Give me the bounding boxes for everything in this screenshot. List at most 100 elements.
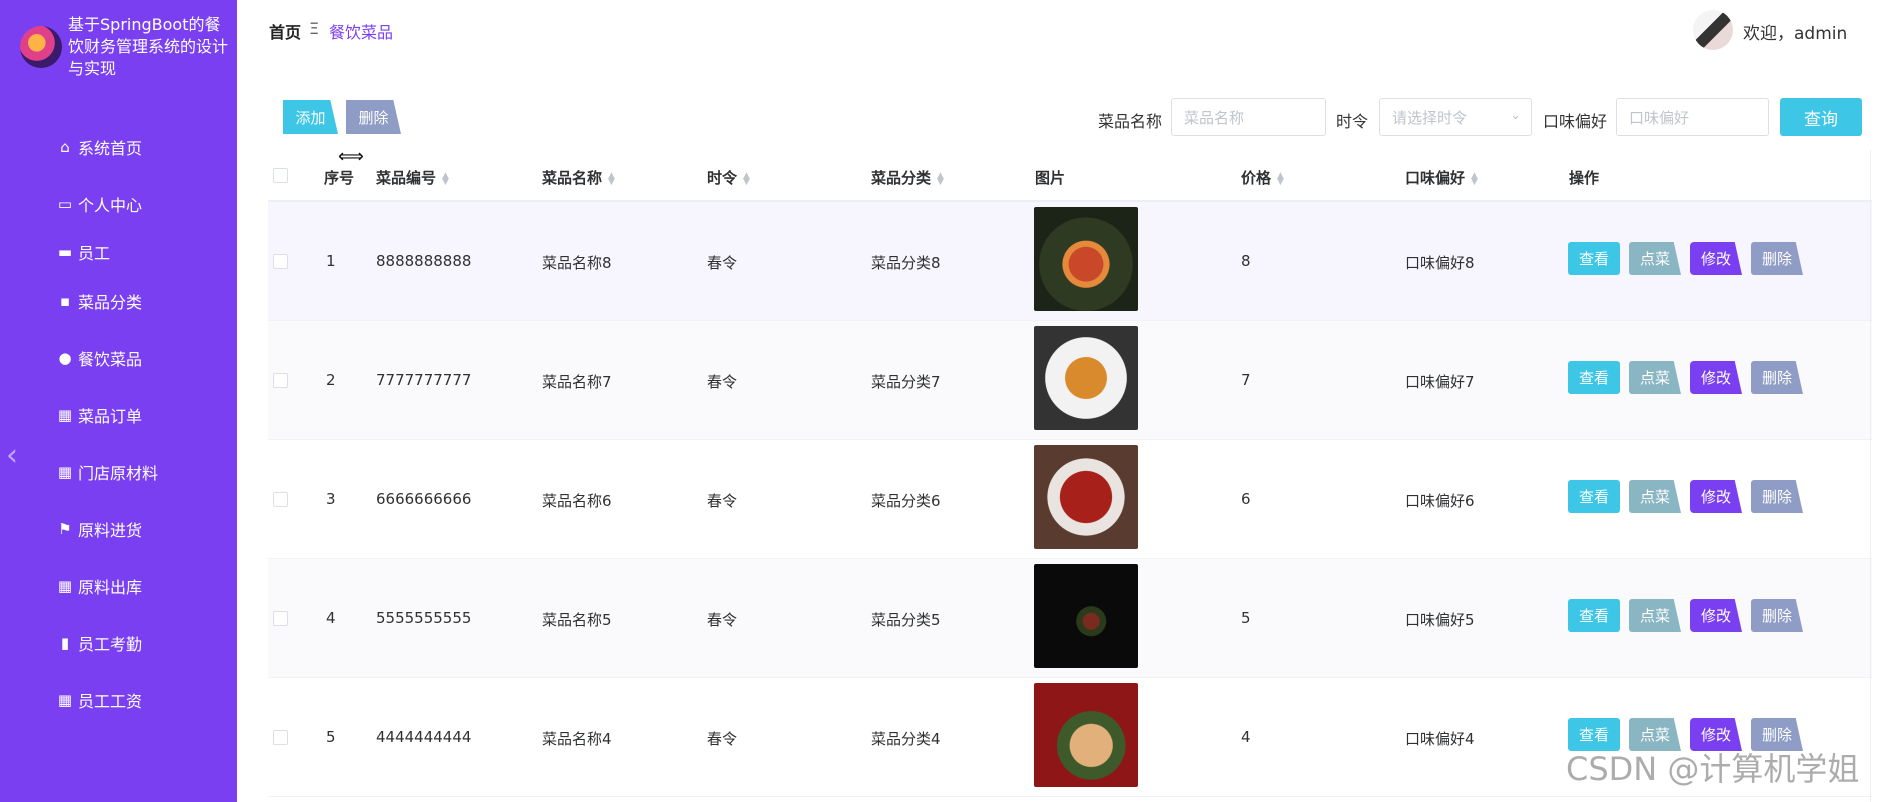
row-checkbox[interactable] [273,373,288,388]
sidebar-item-profile[interactable]: ▭ 个人中心 [0,175,237,232]
season-select[interactable]: 请选择时令 ⌄ [1379,98,1532,136]
sidebar-item-outbound[interactable]: ▦ 原料出库 [0,557,237,614]
dish-image[interactable] [1034,326,1138,430]
delete-button[interactable]: 删除 [1751,480,1803,513]
sidebar-item-label: 菜品订单 [78,406,143,426]
edit-button[interactable]: 修改 [1690,599,1742,632]
taste-input[interactable]: 口味偏好 [1616,98,1769,136]
header-name[interactable]: 菜品名称 ▲ ▼ [542,167,615,188]
sidebar-item-label: 系统首页 [78,138,143,158]
cell-category: 菜品分类4 [871,730,941,748]
sort-icon[interactable]: ▲ ▼ [743,171,750,186]
cell-index: 2 [326,371,336,389]
sidebar-item-purchase[interactable]: ⚑ 原料进货 [0,500,237,557]
cell-price: 5 [1241,609,1251,627]
cell-code: 4444444444 [376,728,472,746]
header-taste[interactable]: 口味偏好 ▲ ▼ [1405,167,1478,188]
edit-button[interactable]: 修改 [1690,242,1742,275]
delete-button[interactable]: 删除 [1751,242,1803,275]
view-button[interactable]: 查看 [1568,480,1620,513]
header-category[interactable]: 菜品分类 ▲ ▼ [871,167,944,188]
sidebar-item-label: 门店原材料 [78,463,159,483]
sort-icon[interactable]: ▲ ▼ [937,171,944,186]
breadcrumb-home[interactable]: 首页 [269,19,301,43]
sidebar-item-home[interactable]: ⌂ 系统首页 [0,118,237,175]
header-image: 图片 [1035,169,1066,187]
cell-index: 1 [326,252,336,270]
sidebar-item-label: 原料出库 [78,577,143,597]
sort-icon[interactable]: ▲ ▼ [1277,171,1284,186]
dish-image[interactable] [1034,207,1138,311]
cell-code: 7777777777 [376,371,472,389]
sidebar-item-salary[interactable]: ▦ 员工工资 [0,671,237,728]
cell-code: 5555555555 [376,609,472,627]
sidebar-item-label: 员工工资 [78,691,143,711]
edit-button[interactable]: 修改 [1690,361,1742,394]
sort-icon[interactable]: ▲ ▼ [442,171,449,186]
taste-label: 口味偏好 [1543,112,1608,131]
chevron-left-icon[interactable]: ‹ [6,438,18,473]
welcome-text[interactable]: 欢迎，admin [1743,19,1847,44]
view-button[interactable]: 查看 [1568,599,1620,632]
column-resize-cursor-icon: ⟺ [338,146,364,167]
view-button[interactable]: 查看 [1568,361,1620,394]
cell-index: 3 [326,490,336,508]
table-right-border [1870,150,1871,802]
table-row: 4 5555555555 菜品名称5 春令 菜品分类5 5 口味偏好5 查看 点… [268,559,1872,678]
grid-icon: ▦ [57,690,73,709]
header-price[interactable]: 价格 ▲ ▼ [1241,167,1284,188]
edit-button[interactable]: 修改 [1690,480,1742,513]
sidebar-item-dishes[interactable]: ● 餐饮菜品 [0,329,237,386]
dish-name-placeholder: 菜品名称 [1184,108,1245,127]
order-button[interactable]: 点菜 [1629,599,1681,632]
briefcase-icon: ▪ [59,291,71,310]
cell-name: 菜品名称6 [542,492,612,510]
sidebar-item-label: 员工考勤 [78,634,143,654]
header-category-label: 菜品分类 [871,169,932,187]
avatar[interactable] [1693,10,1733,50]
order-button[interactable]: 点菜 [1629,361,1681,394]
sidebar-menu: ⌂ 系统首页 ▭ 个人中心 ▬ 员工 ▪ 菜品分类 ● 餐饮菜品 ▦ 菜品订单 … [0,118,237,728]
order-button[interactable]: 点菜 [1629,242,1681,275]
dish-image[interactable] [1034,445,1138,549]
dish-name-input[interactable]: 菜品名称 [1171,98,1326,136]
header-ops: 操作 [1569,169,1600,187]
row-checkbox[interactable] [273,730,288,745]
add-button[interactable]: 添加 [283,100,338,134]
cell-taste: 口味偏好8 [1405,254,1475,272]
sidebar: 基于SpringBoot的餐饮财务管理系统的设计与实现 ⌂ 系统首页 ▭ 个人中… [0,0,237,802]
query-button[interactable]: 查询 [1780,98,1862,136]
select-all-checkbox[interactable] [273,168,288,183]
sidebar-item-staff[interactable]: ▬ 员工 [0,232,237,272]
sidebar-item-attendance[interactable]: ▮ 员工考勤 [0,614,237,671]
sidebar-item-dish-orders[interactable]: ▦ 菜品订单 [0,386,237,443]
header-season[interactable]: 时令 ▲ ▼ [707,167,750,188]
grid-icon: ▦ [57,576,73,595]
delete-button[interactable]: 删除 [1751,599,1803,632]
cell-taste: 口味偏好5 [1405,611,1475,629]
dish-image[interactable] [1034,683,1138,787]
sidebar-item-materials[interactable]: ▦ 门店原材料 [0,443,237,500]
delete-button[interactable]: 删除 [1751,361,1803,394]
sidebar-item-label: 员工 [78,244,111,263]
sort-icon[interactable]: ▲ ▼ [1471,171,1478,186]
table-row: 1 8888888888 菜品名称8 春令 菜品分类8 8 口味偏好8 查看 点… [268,202,1872,321]
cell-price: 4 [1241,728,1251,746]
header-taste-label: 口味偏好 [1405,169,1466,187]
header-code[interactable]: 菜品编号 ▲ ▼ [376,167,449,188]
cell-category: 菜品分类6 [871,492,941,510]
header-name-label: 菜品名称 [542,169,603,187]
sort-icon[interactable]: ▲ ▼ [608,171,615,186]
dish-image[interactable] [1034,564,1138,668]
view-button[interactable]: 查看 [1568,242,1620,275]
batch-delete-button[interactable]: 删除 [346,100,401,134]
row-checkbox[interactable] [273,611,288,626]
order-button[interactable]: 点菜 [1629,480,1681,513]
row-checkbox[interactable] [273,254,288,269]
row-checkbox[interactable] [273,492,288,507]
table-row: 3 6666666666 菜品名称6 春令 菜品分类6 6 口味偏好6 查看 点… [268,440,1872,559]
cell-season: 春令 [707,611,738,629]
cell-season: 春令 [707,730,738,748]
sidebar-item-dish-category[interactable]: ▪ 菜品分类 [0,272,237,329]
grid-icon: ▦ [57,405,73,424]
